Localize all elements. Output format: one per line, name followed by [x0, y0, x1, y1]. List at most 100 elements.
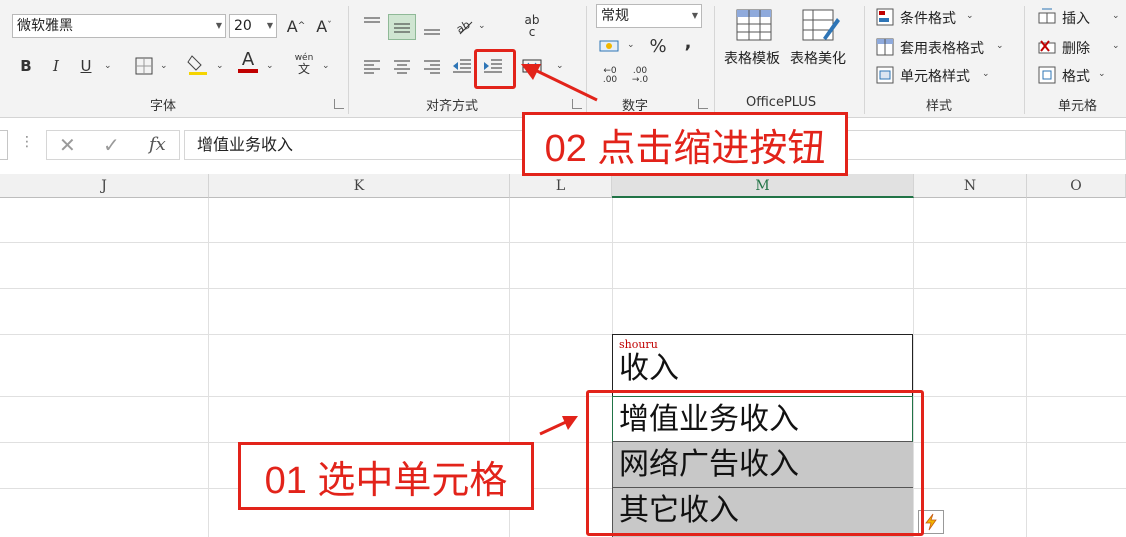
borders-button[interactable] — [132, 54, 156, 78]
cancel-icon[interactable]: ✕ — [59, 133, 76, 157]
cell-styles-button[interactable]: 单元格样式 ⌄ — [876, 64, 1016, 86]
delete-icon — [1038, 40, 1056, 54]
column-header-l[interactable]: L — [510, 174, 612, 198]
decrease-indent-icon — [453, 59, 471, 73]
align-left-button[interactable] — [360, 54, 384, 78]
align-center-button[interactable] — [390, 54, 414, 78]
chevron-down-icon[interactable]: ⌄ — [266, 61, 274, 71]
excel-window: 微软雅黑 ▼ 20 ▼ A ^ Aˇ B I U ⌄ ⌄ ⌄ A ⌄ wén 文… — [0, 0, 1126, 537]
column-header-j[interactable]: J — [0, 174, 209, 198]
column-header-o[interactable]: O — [1027, 174, 1126, 198]
font-group-label: 字体 — [150, 99, 177, 114]
format-as-table-label: 套用表格格式 — [900, 41, 984, 57]
shrink-font-icon: A — [316, 16, 328, 36]
align-top-button[interactable] — [360, 12, 384, 36]
chevron-down-icon[interactable]: ⌄ — [216, 61, 224, 71]
cell-styles-label: 单元格样式 — [900, 69, 970, 85]
chevron-down-icon[interactable]: ⌄ — [478, 21, 486, 31]
format-as-table-button[interactable]: 套用表格格式 ⌄ — [876, 36, 1016, 58]
chevron-down-icon[interactable]: ⌄ — [627, 40, 635, 50]
chevron-down-icon: ⌄ — [982, 69, 990, 79]
font-color-button[interactable]: A — [236, 50, 260, 74]
table-template-icon — [736, 9, 772, 41]
bold-label: B — [20, 57, 32, 75]
chevron-down-icon: ⌄ — [1112, 11, 1120, 21]
officeplus-group-label: OfficePLUS — [746, 95, 817, 110]
delete-label: 删除 — [1062, 41, 1090, 57]
svg-text:ab: ab — [454, 18, 472, 36]
cell-m-header[interactable]: shouru 收入 — [612, 334, 913, 396]
font-name-select[interactable]: 微软雅黑 ▼ — [12, 14, 226, 38]
percent-label: % — [649, 35, 667, 57]
dialog-launcher-icon[interactable] — [698, 99, 708, 109]
insert-cells-button[interactable]: 插入 ⌄ — [1038, 6, 1126, 28]
delete-cells-button[interactable]: 删除 ⌄ — [1038, 36, 1126, 58]
chevron-down-icon[interactable]: ⌄ — [322, 61, 330, 71]
format-icon — [1038, 66, 1056, 84]
group-divider — [864, 6, 865, 114]
group-divider — [348, 6, 349, 114]
fx-icon[interactable]: fx — [149, 134, 166, 155]
header-text: 收入 — [619, 352, 679, 385]
highlight-indent-button — [474, 49, 516, 89]
table-template-button[interactable]: 表格模板 — [722, 8, 788, 74]
column-header-m[interactable]: M — [612, 174, 914, 198]
chevron-down-icon: ⌄ — [966, 11, 974, 21]
column-header-n[interactable]: N — [914, 174, 1027, 198]
name-box[interactable] — [0, 130, 8, 160]
enter-icon[interactable]: ✓ — [103, 133, 120, 157]
cell-styles-icon — [876, 66, 894, 84]
lightning-icon — [925, 513, 937, 531]
grow-font-button[interactable]: A ^ — [284, 14, 308, 38]
dialog-launcher-icon[interactable] — [334, 99, 344, 109]
decrease-decimal-button[interactable]: .00 →.0 — [628, 64, 652, 88]
phonetic-button[interactable]: wén 文 — [292, 52, 316, 76]
wrap-text-button[interactable]: ab c — [520, 14, 544, 38]
fill-bucket-icon — [187, 55, 207, 75]
gridline — [208, 198, 209, 537]
format-label: 格式 — [1062, 69, 1090, 85]
comma-button[interactable]: , — [676, 30, 700, 54]
caret-down-icon: ˇ — [327, 21, 332, 31]
font-size-value: 20 — [234, 18, 252, 34]
gridline — [1026, 198, 1027, 537]
font-size-select[interactable]: 20 ▼ — [229, 14, 277, 38]
decrease-decimal-label: .00 →.0 — [631, 66, 649, 85]
chevron-down-icon: ▼ — [215, 21, 222, 30]
more-options-icon[interactable]: ⋮ — [20, 134, 34, 150]
currency-icon — [599, 40, 619, 52]
italic-button[interactable]: I — [44, 54, 68, 78]
chevron-down-icon[interactable]: ⌄ — [160, 61, 168, 71]
font-name-value: 微软雅黑 — [17, 18, 73, 34]
wrap-text-bottom: c — [528, 25, 536, 39]
number-format-select[interactable]: 常规 ▼ — [596, 4, 702, 28]
borders-icon — [135, 57, 153, 75]
decrease-indent-button[interactable] — [450, 54, 474, 78]
column-header-k[interactable]: K — [209, 174, 510, 198]
format-cells-button[interactable]: 格式 ⌄ — [1038, 64, 1126, 86]
group-divider — [714, 6, 715, 114]
fill-color-button[interactable] — [186, 52, 210, 76]
align-top-icon — [364, 17, 380, 23]
align-bottom-icon — [424, 29, 440, 35]
gridline — [0, 288, 1126, 289]
alignment-group-label: 对齐方式 — [426, 99, 479, 114]
underline-button[interactable]: U — [74, 54, 98, 78]
chevron-down-icon[interactable]: ⌄ — [104, 61, 112, 71]
bold-button[interactable]: B — [14, 54, 38, 78]
comma-label: , — [684, 31, 692, 53]
orientation-button[interactable]: ab — [452, 14, 476, 38]
callout-step-2: 02 点击缩进按钮 — [522, 112, 848, 176]
conditional-format-icon — [876, 8, 894, 26]
align-bottom-button[interactable] — [420, 16, 444, 40]
table-beautify-button[interactable]: 表格美化 — [788, 8, 854, 74]
accounting-format-button[interactable] — [598, 34, 622, 58]
align-middle-button[interactable] — [388, 14, 416, 40]
shrink-font-button[interactable]: Aˇ — [312, 14, 336, 38]
italic-label: I — [53, 57, 59, 75]
percent-button[interactable]: % — [646, 34, 670, 58]
conditional-format-button[interactable]: 条件格式 ⌄ — [876, 6, 1016, 28]
align-right-button[interactable] — [420, 54, 444, 78]
cells-group-label: 单元格 — [1058, 99, 1098, 114]
chevron-down-icon: ⌄ — [996, 41, 1004, 51]
